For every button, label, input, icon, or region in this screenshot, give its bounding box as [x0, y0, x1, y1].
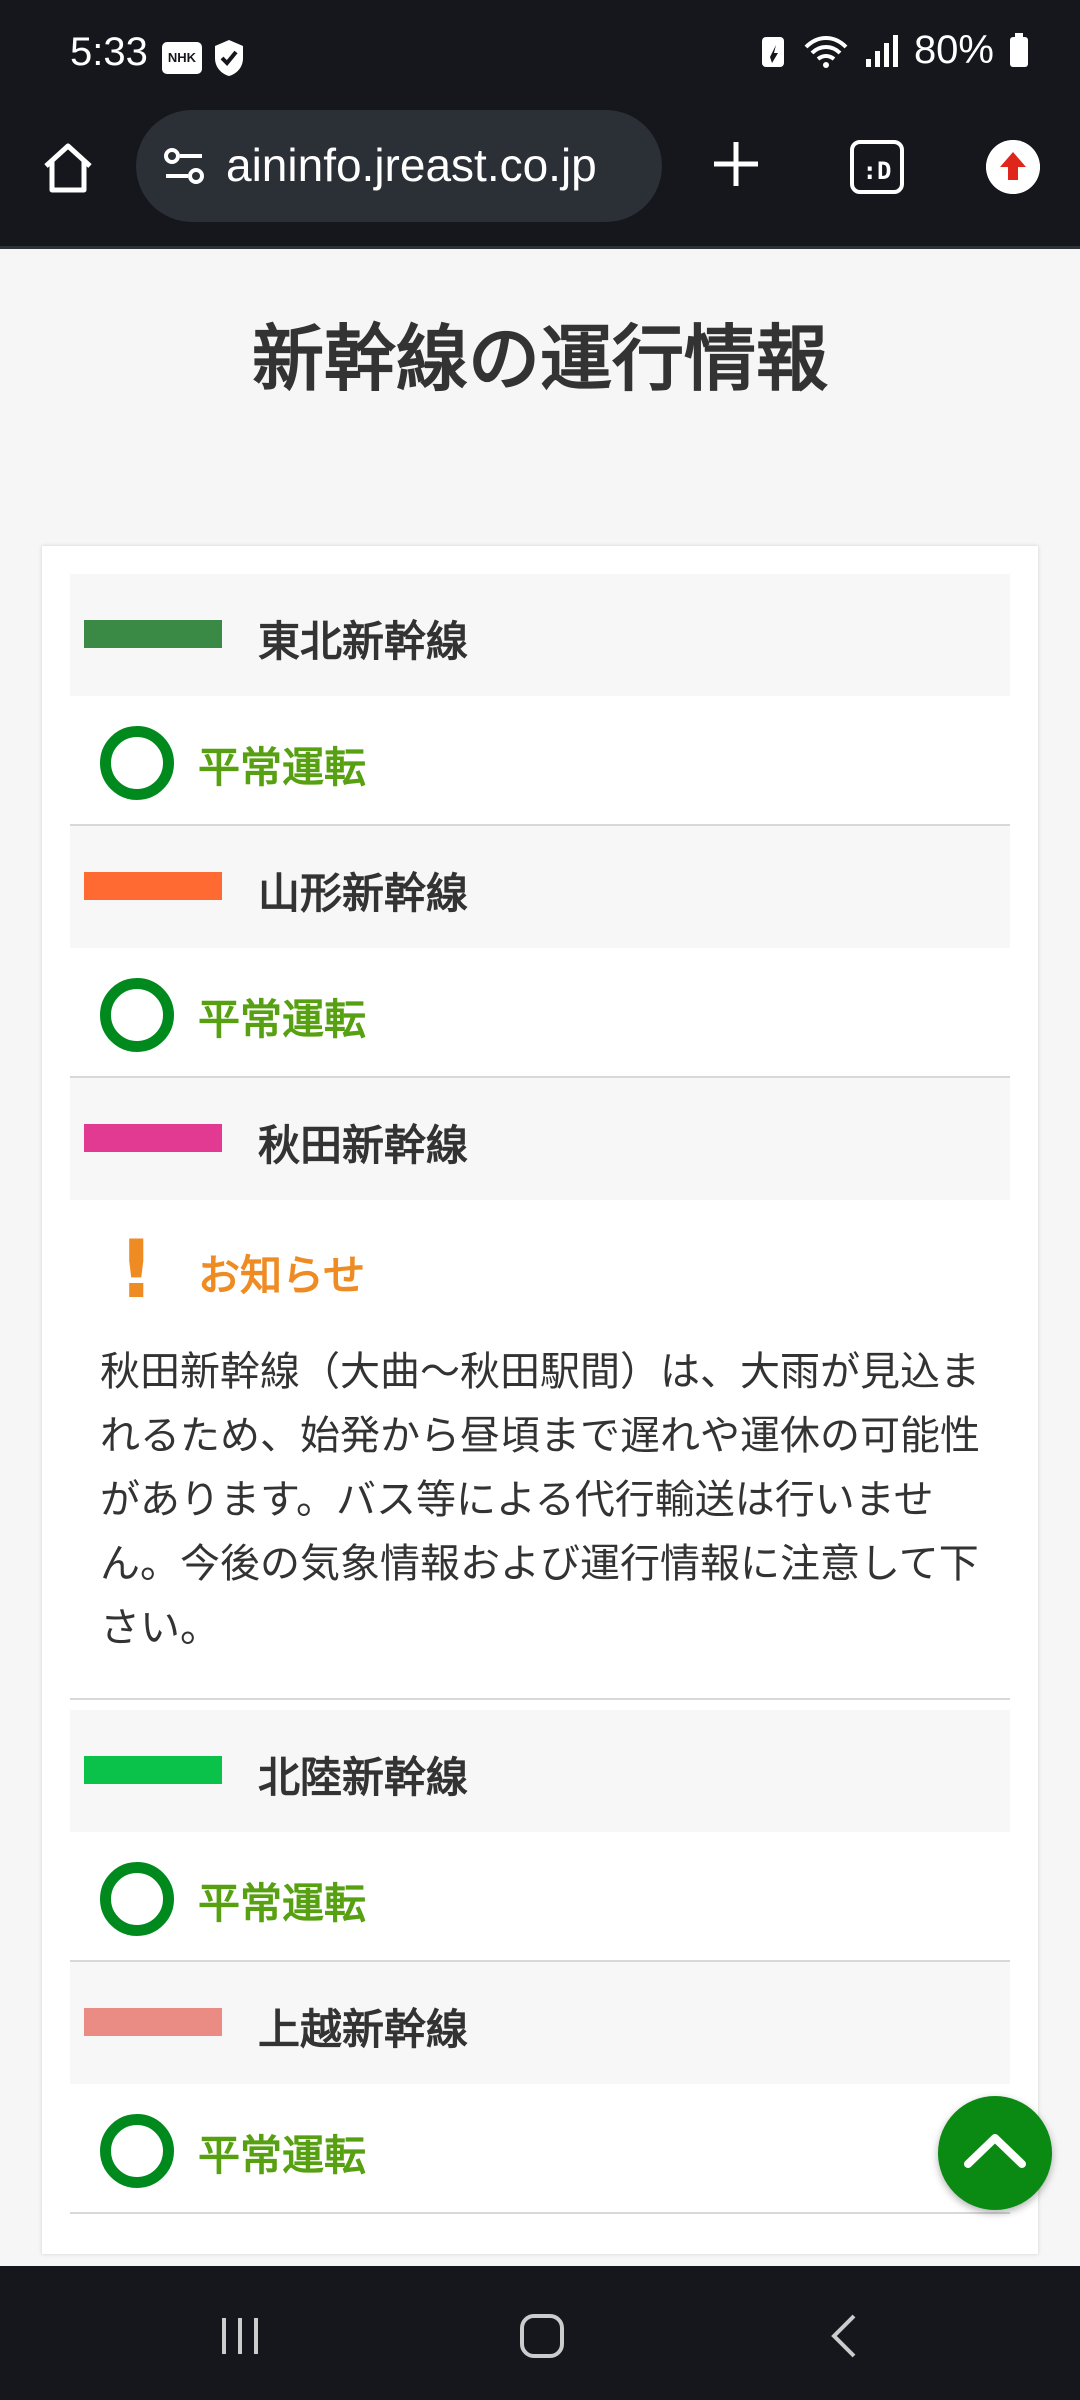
shield-check-icon [215, 40, 243, 76]
url-text[interactable]: aininfo.jreast.co.jp [226, 138, 646, 192]
line-header-joetsu: 上越新幹線 [70, 1962, 1010, 2084]
notice-text: 秋田新幹線（大曲〜秋田駅間）は、大雨が見込まれるため、始発から昼頃まで遅れや運休… [100, 1349, 980, 1651]
circle-ok-icon [100, 726, 174, 800]
line-header-yamagata: 山形新幹線 [70, 826, 1010, 948]
nhk-notification-icon: NHK [162, 42, 202, 74]
status-label: 平常運転 [198, 743, 367, 792]
line-color-swatch [84, 1124, 222, 1152]
status-label: 平常運転 [198, 1879, 367, 1928]
circle-ok-icon [100, 1862, 174, 1936]
back-icon[interactable] [816, 2306, 876, 2366]
line-header-tohoku: 東北新幹線 [70, 574, 1010, 696]
line-name: 山形新幹線 [258, 869, 469, 918]
line-name: 北陸新幹線 [258, 1753, 469, 1802]
system-nav-bar [0, 2266, 1080, 2400]
notice-label: お知らせ [198, 1251, 366, 1300]
address-bar[interactable]: aininfo.jreast.co.jp [136, 110, 662, 222]
scroll-top-button[interactable] [938, 2096, 1052, 2210]
status-row-tohoku: 平常運転 [70, 696, 1010, 826]
browser-toolbar: aininfo.jreast.co.jp :D [0, 110, 1080, 249]
circle-ok-icon [100, 978, 174, 1052]
status-bar: 5:33 NHK 80% [0, 0, 1080, 110]
status-time: 5:33 [70, 30, 148, 74]
page-title: 新幹線の運行情報 [251, 317, 828, 401]
status-row-hokuriku: 平常運転 [70, 1832, 1010, 1962]
status-row-joetsu: 平常運転 [70, 2084, 1010, 2214]
line-color-swatch [84, 620, 222, 648]
status-row-yamagata: 平常運転 [70, 948, 1010, 1078]
line-color-swatch [84, 872, 222, 900]
notice-row-akita: ! お知らせ 秋田新幹線（大曲〜秋田駅間）は、大雨が見込まれるため、始発から昼頃… [70, 1200, 1010, 1700]
recent-apps-icon[interactable] [210, 2306, 270, 2366]
line-name: 上越新幹線 [258, 2005, 469, 2054]
plus-icon[interactable] [706, 134, 766, 194]
home-nav-icon[interactable] [512, 2306, 572, 2366]
home-icon[interactable] [38, 138, 98, 198]
line-name: 東北新幹線 [258, 617, 469, 666]
battery-percent: 80% [913, 28, 994, 72]
exclamation-icon: ! [118, 1223, 155, 1316]
line-color-swatch [84, 1756, 222, 1784]
line-color-swatch [84, 2008, 222, 2036]
update-arrow-icon[interactable] [986, 140, 1040, 194]
battery-saver-icon [761, 36, 784, 67]
line-header-hokuriku: 北陸新幹線 [70, 1710, 1010, 1832]
signal-icon [865, 34, 898, 67]
wifi-icon [804, 35, 848, 68]
line-header-akita: 秋田新幹線 [70, 1078, 1010, 1200]
status-label: 平常運転 [198, 995, 367, 1044]
line-name: 秋田新幹線 [258, 1121, 469, 1170]
battery-icon [1010, 32, 1028, 67]
circle-ok-icon [100, 2114, 174, 2188]
status-label: 平常運転 [198, 2131, 367, 2180]
tune-icon[interactable] [160, 142, 208, 190]
tab-switcher-button[interactable]: :D [850, 140, 904, 194]
chevron-up-icon [964, 2134, 1026, 2168]
service-status-card: 東北新幹線 平常運転 山形新幹線 平常運転 秋田新幹線 ! お知らせ 秋田新幹線… [42, 546, 1038, 2254]
